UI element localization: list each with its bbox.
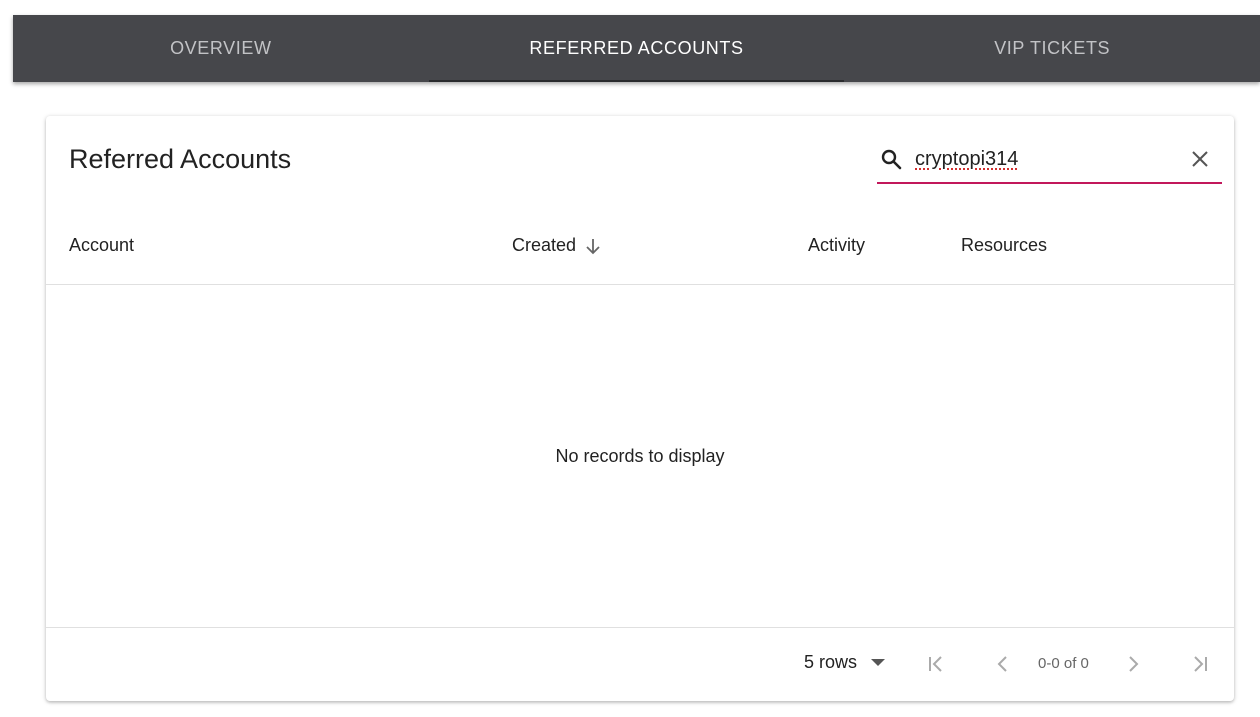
tab-vip-tickets[interactable]: VIP TICKETS bbox=[844, 15, 1260, 82]
page-range-text: 0-0 of 0 bbox=[1038, 655, 1089, 672]
table-header: Account Created Activity Resources bbox=[46, 208, 1234, 285]
column-header-activity: Activity bbox=[808, 235, 865, 256]
column-header-resources: Resources bbox=[961, 235, 1047, 256]
column-header-account: Account bbox=[69, 235, 134, 256]
last-page-icon[interactable] bbox=[1185, 650, 1213, 678]
next-page-icon[interactable] bbox=[1119, 650, 1147, 678]
table-footer: 5 rows 0-0 of 0 bbox=[46, 627, 1234, 702]
referred-accounts-card: Referred Accounts Account Created bbox=[46, 116, 1234, 701]
column-header-created[interactable]: Created bbox=[512, 235, 602, 256]
arrow-down-icon[interactable] bbox=[584, 237, 602, 255]
rows-per-page-label: 5 rows bbox=[804, 652, 858, 672]
column-header-label: Created bbox=[512, 235, 577, 255]
tab-overview[interactable]: OVERVIEW bbox=[13, 15, 429, 82]
empty-state: No records to display bbox=[46, 285, 1234, 627]
first-page-icon[interactable] bbox=[923, 650, 951, 678]
search-icon bbox=[877, 145, 905, 173]
card-title: Referred Accounts bbox=[69, 144, 292, 174]
tab-referred-accounts[interactable]: REFERRED ACCOUNTS bbox=[428, 15, 845, 82]
caret-down-icon bbox=[871, 658, 886, 667]
search-input[interactable] bbox=[915, 147, 1165, 171]
column-header-label: Resources bbox=[961, 235, 1048, 255]
search-field[interactable] bbox=[877, 136, 1222, 184]
empty-message: No records to display bbox=[555, 445, 725, 466]
column-header-label: Activity bbox=[808, 235, 866, 255]
close-icon[interactable] bbox=[1188, 147, 1212, 171]
rows-per-page-select[interactable]: 5 rows bbox=[804, 652, 886, 673]
column-header-label: Account bbox=[69, 235, 135, 255]
tab-bar: OVERVIEW REFERRED ACCOUNTS VIP TICKETS bbox=[13, 15, 1260, 82]
previous-page-icon[interactable] bbox=[989, 650, 1017, 678]
